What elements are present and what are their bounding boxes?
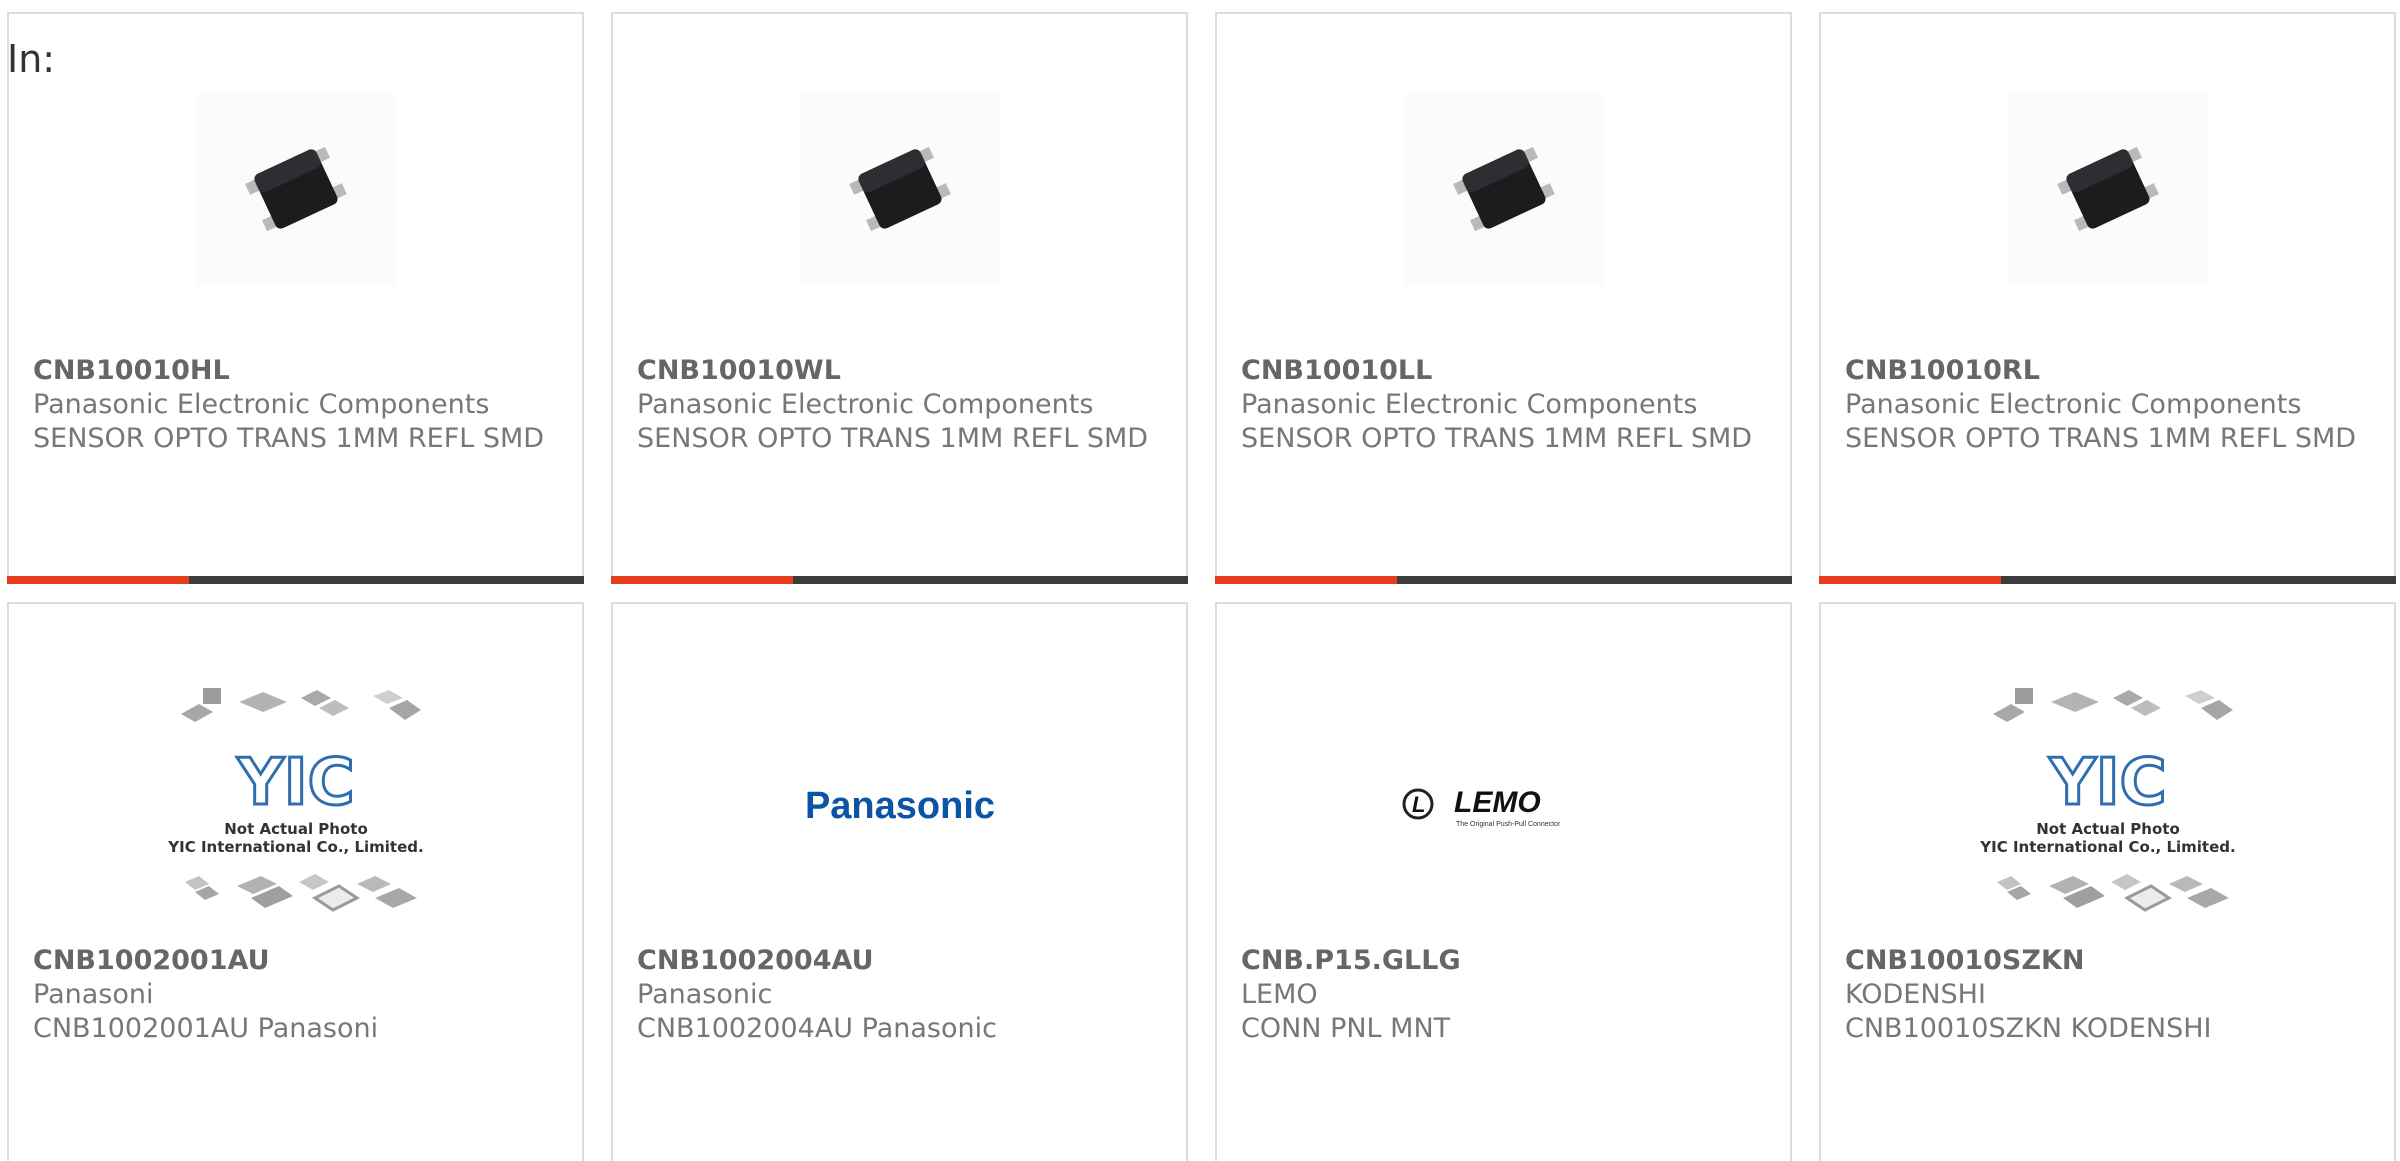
not-actual-photo-image: YIC Not Actual Photo YIC International C…	[167, 688, 423, 912]
product-card[interactable]: YIC Not Actual Photo YIC International C…	[1819, 602, 2396, 1161]
description: SENSOR OPTO TRANS 1MM REFL SMD	[637, 423, 1149, 454]
card-accent	[7, 576, 189, 584]
part-number[interactable]: CNB10010LL	[1241, 354, 1766, 388]
svg-text:L: L	[1412, 792, 1425, 817]
manufacturer: Panasoni	[33, 979, 154, 1010]
product-info: CNB10010SZKN KODENSHI CNB10010SZKN KODEN…	[1845, 944, 2370, 1046]
lemo-logo: L LEMO The Original Push-Pull Connector	[1402, 786, 1561, 828]
product-info: CNB10010LL Panasonic Electronic Componen…	[1241, 354, 1766, 456]
part-number[interactable]: CNB1002004AU	[637, 944, 1162, 978]
product-card[interactable]: CNB10010RL Panasonic Electronic Componen…	[1819, 12, 2396, 584]
manufacturer: Panasonic Electronic Components	[1845, 389, 2302, 420]
description: CNB1002001AU Panasoni	[33, 1013, 379, 1044]
not-actual-photo-text: Not Actual Photo	[2036, 820, 2180, 838]
product-image	[613, 84, 1186, 294]
product-card[interactable]: CNB10010WL Panasonic Electronic Componen…	[611, 12, 1188, 584]
product-info: CNB1002004AU Panasonic CNB1002004AU Pana…	[637, 944, 1162, 1046]
placeholder-company-text: YIC International Co., Limited.	[167, 838, 423, 856]
svg-text:The Original Push-Pull Connect: The Original Push-Pull Connector	[1456, 821, 1561, 828]
not-actual-photo-text: Not Actual Photo	[224, 820, 368, 838]
part-number[interactable]: CNB10010RL	[1845, 354, 2370, 388]
manufacturer: Panasonic	[637, 979, 773, 1010]
description: CNB10010SZKN KODENSHI	[1845, 1013, 2212, 1044]
yic-logo: YIC	[236, 746, 354, 820]
part-number[interactable]: CNB10010WL	[637, 354, 1162, 388]
description: CONN PNL MNT	[1241, 1013, 1451, 1044]
product-info: CNB10010RL Panasonic Electronic Componen…	[1845, 354, 2370, 456]
sensor-chip-image	[2007, 94, 2208, 284]
card-bottom-bar	[1215, 576, 1792, 584]
product-card[interactable]: L LEMO The Original Push-Pull Connector …	[1215, 602, 1792, 1161]
product-image: YIC Not Actual Photo YIC International C…	[9, 686, 582, 926]
card-accent	[1215, 576, 1397, 584]
placeholder-company-text: YIC International Co., Limited.	[1979, 838, 2235, 856]
card-accent	[611, 576, 793, 584]
product-card[interactable]: Panasonic CNB1002004AU Panasonic CNB1002…	[611, 602, 1188, 1161]
product-card[interactable]: CNB10010LL Panasonic Electronic Componen…	[1215, 12, 1792, 584]
product-card[interactable]: CNB10010HL Panasonic Electronic Componen…	[7, 12, 584, 584]
description: SENSOR OPTO TRANS 1MM REFL SMD	[33, 423, 545, 454]
product-image: L LEMO The Original Push-Pull Connector	[1217, 686, 1790, 926]
svg-text:Panasonic: Panasonic	[804, 785, 994, 827]
card-bottom-bar	[7, 576, 584, 584]
part-number[interactable]: CNB1002001AU	[33, 944, 558, 978]
sensor-chip-image	[195, 94, 396, 284]
part-number[interactable]: CNB10010SZKN	[1845, 944, 2370, 978]
part-number[interactable]: CNB10010HL	[33, 354, 558, 388]
product-info: CNB10010WL Panasonic Electronic Componen…	[637, 354, 1162, 456]
filter-in-label: In:	[7, 37, 56, 81]
product-image	[1821, 84, 2394, 294]
product-info: CNB10010HL Panasonic Electronic Componen…	[33, 354, 558, 456]
card-bottom-bar	[611, 576, 1188, 584]
product-results-page: In: CNB10010HL Panasonic Electronic Comp…	[0, 0, 2400, 1161]
product-image	[1217, 84, 1790, 294]
not-actual-photo-image: YIC Not Actual Photo YIC International C…	[1979, 688, 2235, 912]
description: SENSOR OPTO TRANS 1MM REFL SMD	[1845, 423, 2357, 454]
product-info: CNB.P15.GLLG LEMO CONN PNL MNT	[1241, 944, 1766, 1046]
manufacturer: LEMO	[1241, 979, 1318, 1010]
yic-logo: YIC	[2048, 746, 2166, 820]
product-image	[9, 84, 582, 294]
description: CNB1002004AU Panasonic	[637, 1013, 997, 1044]
svg-text:LEMO: LEMO	[1454, 786, 1541, 819]
part-number[interactable]: CNB.P15.GLLG	[1241, 944, 1766, 978]
card-accent	[1819, 576, 2001, 584]
sensor-chip-image	[799, 94, 1000, 284]
manufacturer: Panasonic Electronic Components	[637, 389, 1094, 420]
description: SENSOR OPTO TRANS 1MM REFL SMD	[1241, 423, 1753, 454]
panasonic-logo: Panasonic	[804, 785, 994, 827]
product-info: CNB1002001AU Panasoni CNB1002001AU Panas…	[33, 944, 558, 1046]
product-image: Panasonic	[613, 686, 1186, 926]
manufacturer: Panasonic Electronic Components	[1241, 389, 1698, 420]
product-image: YIC Not Actual Photo YIC International C…	[1821, 686, 2394, 926]
product-card[interactable]: YIC Not Actual Photo YIC International C…	[7, 602, 584, 1161]
manufacturer: Panasonic Electronic Components	[33, 389, 490, 420]
sensor-chip-image	[1403, 94, 1604, 284]
product-grid: CNB10010HL Panasonic Electronic Componen…	[0, 0, 2400, 1161]
manufacturer: KODENSHI	[1845, 979, 1986, 1010]
card-bottom-bar	[1819, 576, 2396, 584]
